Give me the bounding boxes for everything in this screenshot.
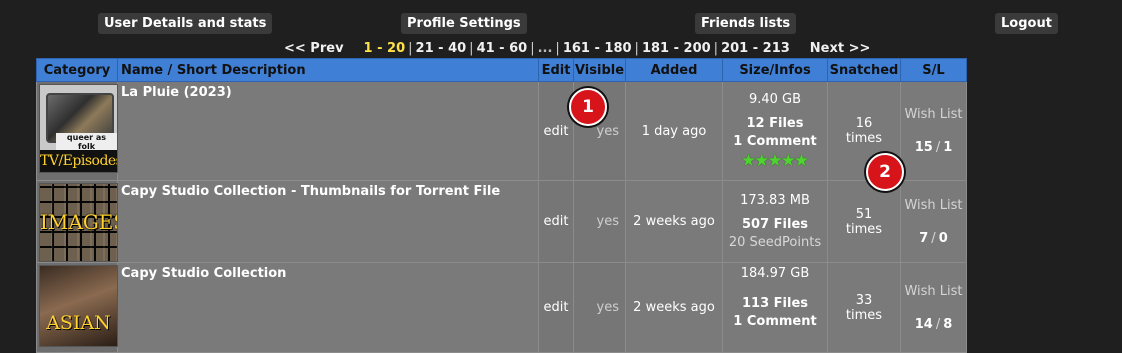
seeders-count[interactable]: 7	[919, 231, 928, 246]
wish-list-link[interactable]: Wish List	[901, 282, 966, 301]
torrent-title-link[interactable]: Capy Studio Collection - Thumbnails for …	[121, 184, 500, 199]
page-link-201-213[interactable]: 201 - 213	[721, 40, 790, 58]
pager-separator: |	[530, 41, 535, 56]
snatched-count: 16	[855, 116, 873, 131]
added-value: 2 weeks ago	[625, 262, 723, 353]
category-image-images[interactable]: IMAGES	[39, 183, 118, 262]
page-link-161-180[interactable]: 161 - 180	[563, 40, 632, 58]
seedpoints-value: 20 SeedPoints	[728, 234, 822, 250]
name-cell: Capy Studio Collection	[117, 262, 539, 353]
pager-separator: |	[713, 41, 719, 56]
pager-separator: |	[555, 41, 560, 56]
added-value: 2 weeks ago	[625, 180, 723, 263]
category-image-tv-episodes[interactable]: queer as folk TV/Episodes	[39, 84, 118, 173]
user-details-button[interactable]: User Details and stats	[98, 13, 273, 34]
table-row: queer as folk TV/Episodes La Pluie (2023…	[36, 81, 967, 181]
comments-link[interactable]: 1 Comment	[723, 133, 827, 151]
seeders-count[interactable]: 15	[915, 140, 933, 155]
edit-link[interactable]: edit	[538, 262, 574, 353]
visible-value: yes	[573, 262, 626, 353]
column-header-edit: Edit	[538, 58, 574, 82]
leechers-count[interactable]: 8	[943, 317, 952, 332]
snatched-unit: times	[845, 221, 883, 237]
star-icon: ★	[793, 151, 810, 171]
current-page: 1 - 20	[363, 41, 406, 56]
category-caption: ASIAN	[46, 312, 111, 334]
table-header-row: Category Name / Short Description Edit V…	[36, 58, 967, 82]
pager-separator: |	[408, 41, 413, 56]
snatched-cell: 33 times	[827, 262, 901, 353]
name-cell: La Pluie (2023)	[117, 81, 539, 181]
annotation-marker-1: 1	[569, 88, 607, 126]
page-ellipsis: ...	[537, 41, 553, 56]
size-value: 173.83 MB	[740, 192, 810, 208]
files-link[interactable]: 507 Files	[723, 216, 827, 234]
visible-value: yes	[573, 180, 626, 263]
added-value: 1 day ago	[625, 81, 723, 181]
category-cell: IMAGES	[36, 180, 118, 263]
files-link[interactable]: 113 Files	[723, 295, 827, 313]
edit-link[interactable]: edit	[538, 81, 574, 181]
snatched-count: 51	[855, 206, 873, 222]
torrent-title-link[interactable]: Capy Studio Collection	[121, 266, 286, 281]
rating-stars: ★★★★★	[723, 153, 827, 171]
size-value: 184.97 GB	[740, 266, 810, 281]
seed-leech-cell: Wish List 7/0	[900, 180, 967, 263]
prev-page-link[interactable]: << Prev	[284, 40, 344, 58]
size-infos-cell: 184.97 GB 113 Files 1 Comment	[722, 262, 828, 353]
page-link-181-200[interactable]: 181 - 200	[642, 40, 711, 58]
table-row: ASIAN Capy Studio Collection edit yes 2 …	[36, 262, 967, 353]
snatched-unit: times	[845, 307, 883, 323]
annotation-marker-2: 2	[866, 153, 904, 191]
seed-leech-cell: Wish List 14/8	[900, 262, 967, 353]
category-logo-text: queer as folk	[56, 133, 117, 151]
pager-separator: |	[634, 41, 639, 56]
column-header-added[interactable]: Added	[625, 58, 723, 82]
page-link-41-60[interactable]: 41 - 60	[477, 40, 528, 58]
category-caption: TV/Episodes	[40, 150, 117, 172]
pagination: << Prev 1 - 20 | 21 - 40 | 41 - 60 |... | 161 - …	[284, 40, 870, 58]
next-page-link[interactable]: Next >>	[810, 40, 871, 58]
seed-leech-cell: Wish List 15/1	[900, 81, 967, 181]
snatched-cell: 51 times	[827, 180, 901, 263]
name-cell: Capy Studio Collection - Thumbnails for …	[117, 180, 539, 263]
category-caption: IMAGES	[40, 210, 117, 234]
category-cell: queer as folk TV/Episodes	[36, 81, 118, 181]
size-infos-cell: 9.40 GB 12 Files 1 Comment ★★★★★	[722, 81, 828, 181]
table-row: IMAGES Capy Studio Collection - Thumbnai…	[36, 180, 967, 263]
column-header-name[interactable]: Name / Short Description	[117, 58, 539, 82]
column-header-category[interactable]: Category	[36, 58, 118, 82]
pager-separator: |	[469, 41, 474, 56]
wish-list-link[interactable]: Wish List	[901, 196, 966, 215]
seeders-count[interactable]: 14	[915, 317, 933, 332]
category-cell: ASIAN	[36, 262, 118, 353]
size-infos-cell: 173.83 MB 507 Files 20 SeedPoints	[722, 180, 828, 263]
friends-lists-button[interactable]: Friends lists	[695, 13, 797, 34]
leechers-count[interactable]: 1	[943, 140, 952, 155]
column-header-visible: Visible	[573, 58, 626, 82]
page-link-21-40[interactable]: 21 - 40	[416, 40, 467, 58]
torrent-title-link[interactable]: La Pluie (2023)	[121, 85, 232, 100]
column-header-size[interactable]: Size/Infos	[722, 58, 828, 82]
snatched-count: 33	[855, 292, 873, 308]
leechers-count[interactable]: 0	[939, 231, 948, 246]
files-link[interactable]: 12 Files	[723, 115, 827, 133]
edit-link[interactable]: edit	[538, 180, 574, 263]
column-header-sl[interactable]: S/L	[900, 58, 967, 82]
logout-button[interactable]: Logout	[995, 13, 1058, 34]
torrent-table: Category Name / Short Description Edit V…	[36, 58, 967, 353]
snatched-unit: times	[845, 131, 883, 146]
top-navigation: User Details and stats Profile Settings …	[0, 13, 1122, 35]
category-image-asian[interactable]: ASIAN	[39, 265, 118, 347]
column-header-snatched[interactable]: Snatched	[827, 58, 901, 82]
wish-list-link[interactable]: Wish List	[901, 105, 966, 124]
size-value: 9.40 GB	[748, 92, 802, 107]
comments-link[interactable]: 1 Comment	[723, 313, 827, 331]
profile-settings-button[interactable]: Profile Settings	[401, 13, 527, 34]
